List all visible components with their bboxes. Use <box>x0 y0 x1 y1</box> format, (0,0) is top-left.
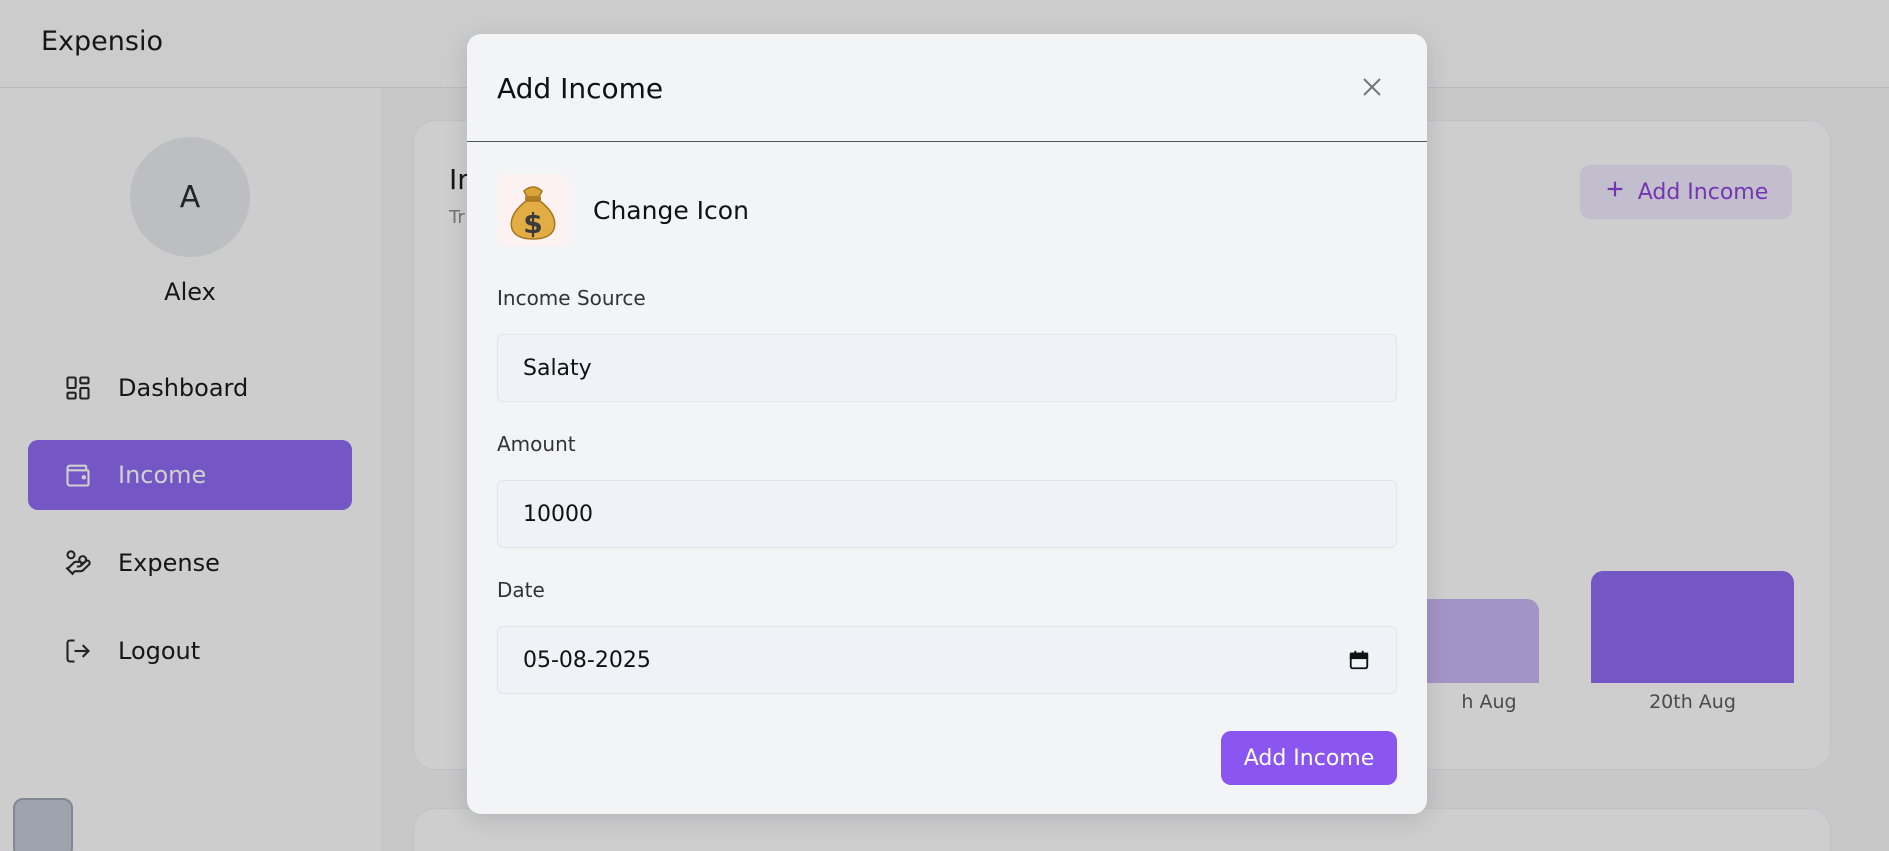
date-label: Date <box>497 578 545 602</box>
svg-text:$: $ <box>523 207 542 240</box>
change-icon-label[interactable]: Change Icon <box>593 196 749 225</box>
income-source-value: Salaty <box>523 355 592 381</box>
close-button[interactable] <box>1357 74 1387 104</box>
close-icon <box>1360 75 1384 103</box>
income-source-input[interactable]: Salaty <box>497 334 1397 402</box>
amount-value: 10000 <box>523 501 593 527</box>
modal-title: Add Income <box>497 72 664 105</box>
modal-header: Add Income <box>467 34 1427 142</box>
amount-input[interactable]: 10000 <box>497 480 1397 548</box>
income-source-label: Income Source <box>497 286 646 310</box>
add-income-submit-button[interactable]: Add Income <box>1221 731 1397 785</box>
calendar-icon[interactable] <box>1348 649 1370 677</box>
icon-picker[interactable]: $ Change Icon <box>497 174 749 246</box>
amount-label: Amount <box>497 432 576 456</box>
date-input[interactable]: 05-08-2025 <box>497 626 1397 694</box>
money-bag-icon[interactable]: $ <box>497 174 569 246</box>
add-income-modal: Add Income $ Change Icon Income Source S… <box>467 34 1427 814</box>
date-value: 05-08-2025 <box>523 647 651 673</box>
